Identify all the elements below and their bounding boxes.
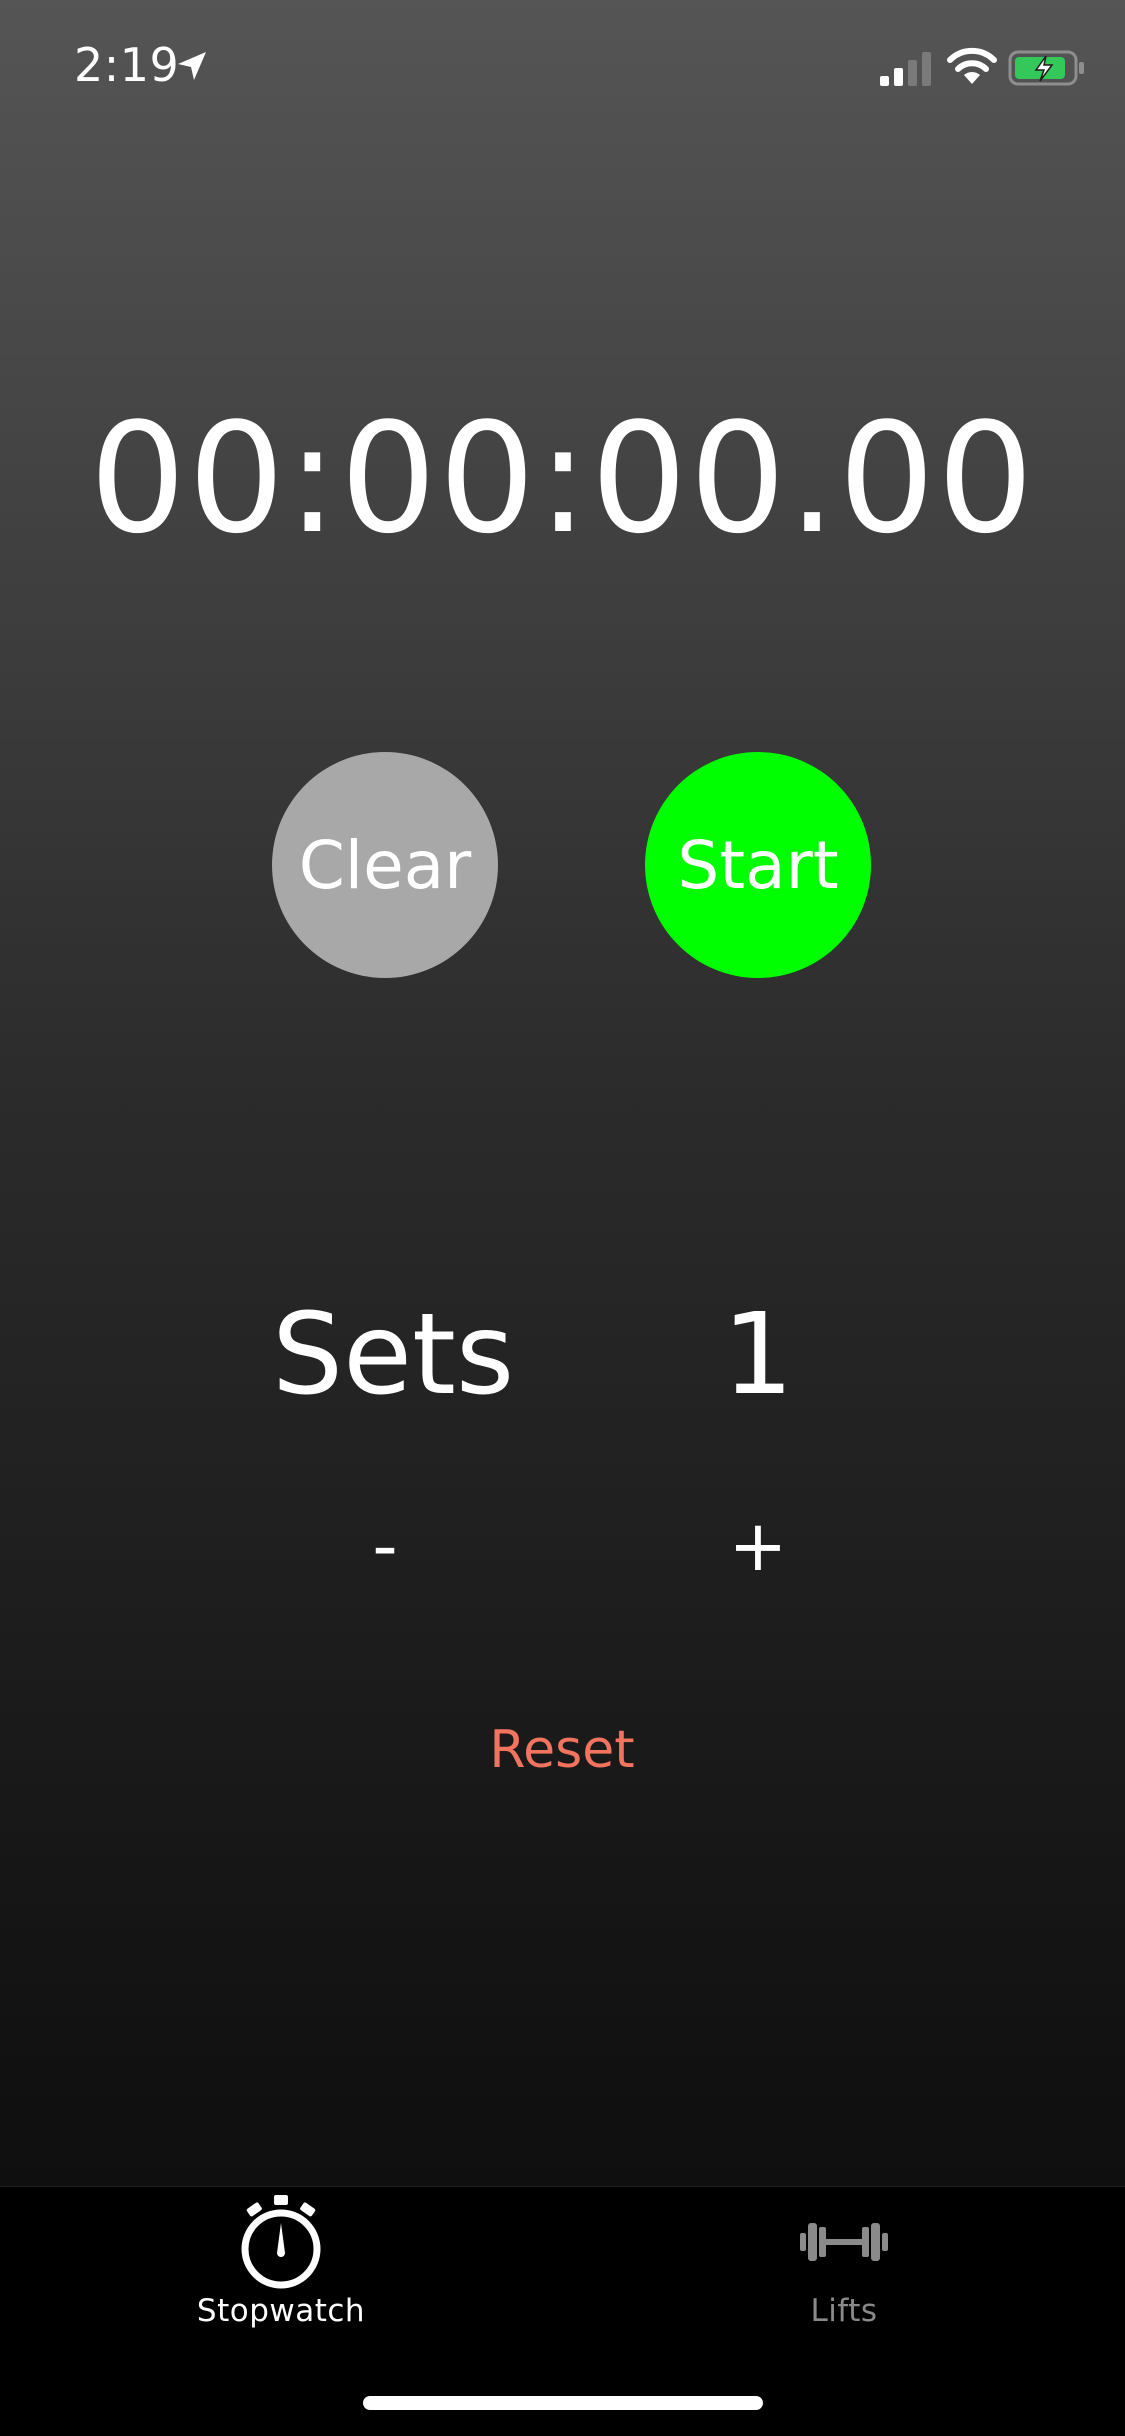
status-time: 2:19	[74, 38, 180, 92]
reset-button[interactable]: Reset	[412, 1720, 712, 1780]
sets-label: Sets	[272, 1290, 515, 1420]
battery-charging-icon	[1008, 50, 1084, 86]
app-screen: 2:19 00:00:00.00 Clear Start Sets 1 - + …	[0, 0, 1125, 2436]
stopwatch-icon	[241, 2195, 321, 2289]
tab-lifts-label: Lifts	[810, 2293, 878, 2329]
wifi-icon	[947, 47, 997, 84]
clear-button-label: Clear	[298, 826, 472, 904]
decrement-sets-button[interactable]: -	[322, 1505, 448, 1587]
cellular-signal-icon	[880, 52, 931, 86]
timer-display: 00:00:00.00	[89, 390, 1036, 567]
start-button[interactable]: Start	[645, 752, 871, 978]
tab-lifts[interactable]: Lifts	[694, 2187, 994, 2357]
increment-sets-button[interactable]: +	[695, 1505, 821, 1587]
tab-stopwatch-label: Stopwatch	[196, 2293, 366, 2329]
dumbbell-icon	[800, 2223, 888, 2261]
location-arrow-icon	[178, 52, 206, 80]
clear-button[interactable]: Clear	[272, 752, 498, 978]
start-button-label: Start	[677, 826, 839, 904]
sets-count: 1	[722, 1290, 794, 1420]
tab-stopwatch[interactable]: Stopwatch	[131, 2187, 431, 2357]
home-indicator	[363, 2396, 763, 2410]
